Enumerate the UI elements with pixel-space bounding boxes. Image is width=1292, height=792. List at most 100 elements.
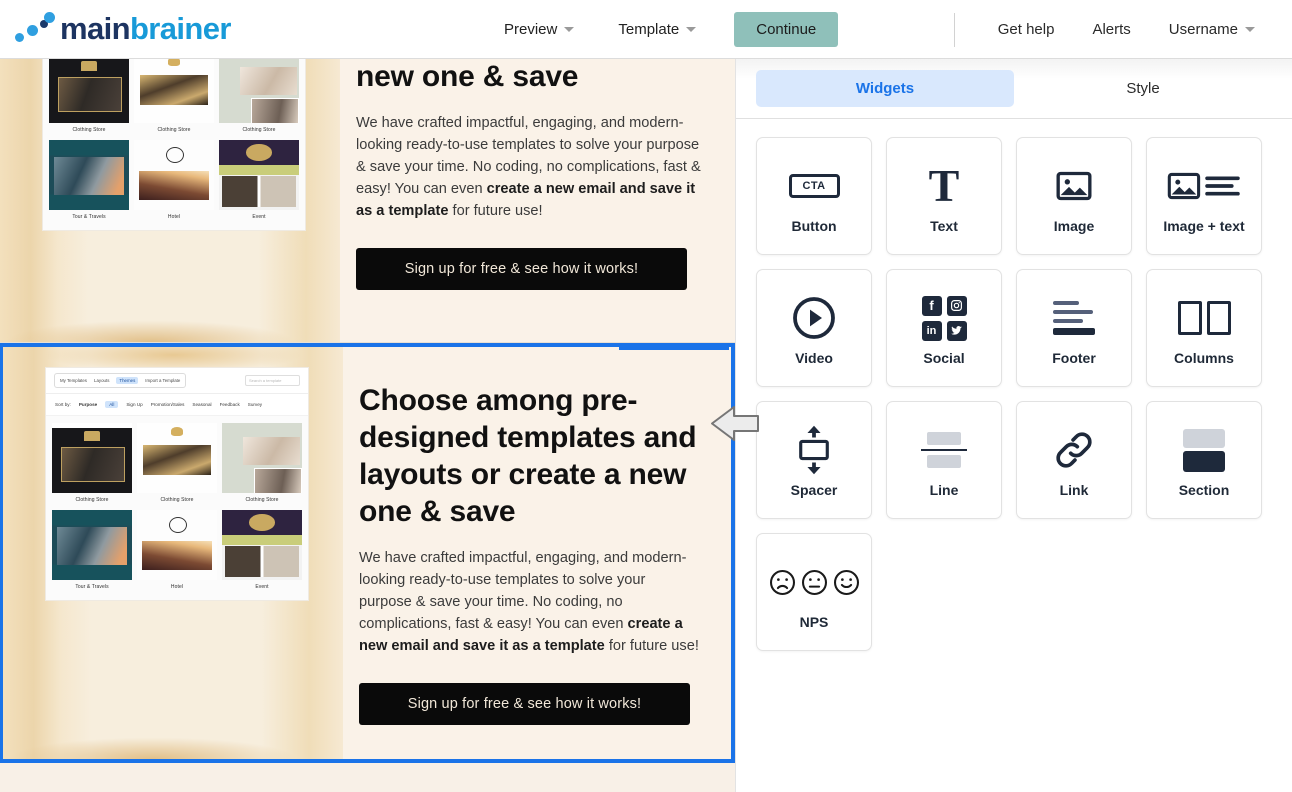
widget-spacer[interactable]: Spacer [756, 401, 872, 519]
collage-filter-all: All [105, 401, 119, 408]
email-canvas[interactable]: My Templates Layouts Themes Import a Tem… [0, 59, 735, 792]
template-card: Event [219, 140, 299, 222]
template-card: Clothing Store [219, 59, 299, 135]
collage-filter-promotion: Promotion/Sales [150, 402, 185, 407]
nav-alerts[interactable]: Alerts [1073, 14, 1149, 45]
template-label: Tour & Travels [75, 584, 109, 590]
panel-tabs: Widgets Style [736, 59, 1292, 119]
widget-label: Footer [1052, 350, 1096, 366]
email-body-part2: for future use! [604, 638, 699, 654]
collage-template-grid: Clothing Store Clothing Store Clothing S… [43, 59, 305, 230]
collage-tab-layouts: Layouts [94, 378, 110, 383]
tab-widgets[interactable]: Widgets [756, 70, 1014, 107]
chevron-down-icon [686, 27, 697, 32]
collage-filter-seasonal: Seasonal [192, 402, 212, 407]
collage-filter-feedback: Feedback [219, 402, 240, 407]
widget-image[interactable]: Image [1016, 137, 1132, 255]
nav-template-label: Template [618, 21, 680, 38]
image-text-icon [1167, 158, 1241, 214]
widget-label: Link [1059, 482, 1089, 498]
template-card: Clothing Store [52, 423, 132, 505]
header-nav-right: Get help Alerts Username [953, 0, 1274, 59]
email-body-part2: for future use! [448, 203, 543, 219]
cta-icon-text: CTA [788, 174, 840, 198]
email-block-selected[interactable]: My Templates Layouts Themes Import a Tem… [0, 343, 735, 763]
widget-label: Video [795, 350, 833, 366]
facebook-icon: f [921, 295, 942, 316]
nav-preview[interactable]: Preview [494, 14, 584, 45]
email-text-column-selected: Choose among pre-designed templates and … [343, 347, 731, 759]
widget-text[interactable]: T Text [886, 137, 1002, 255]
happy-face-icon [833, 569, 859, 595]
header-nav-center: Preview Template Continue [494, 0, 839, 59]
nav-template[interactable]: Template [608, 14, 706, 45]
template-label: Event [252, 214, 266, 220]
template-label: Clothing Store [242, 127, 276, 133]
widget-social[interactable]: f in Social [886, 269, 1002, 387]
pencil-icon[interactable] [648, 347, 674, 350]
move-arrows-icon[interactable] [622, 347, 648, 350]
email-body-top[interactable]: We have crafted impactful, engaging, and… [356, 112, 703, 222]
widget-columns[interactable]: Columns [1146, 269, 1262, 387]
widget-line[interactable]: Line [886, 401, 1002, 519]
collage-filter-signup: Sign Up [126, 402, 143, 407]
widget-label: Columns [1174, 350, 1234, 366]
email-heading-selected[interactable]: Choose among pre-designed templates and … [359, 382, 699, 530]
template-label: Hotel [170, 584, 184, 590]
widget-label: Social [923, 350, 965, 366]
widget-label: Image + text [1163, 218, 1245, 234]
widget-label: Section [1178, 482, 1230, 498]
chain-link-icon [1051, 422, 1097, 478]
email-cta-button-top[interactable]: Sign up for free & see how it works! [356, 248, 687, 290]
brand-logo[interactable]: mainbrainer [14, 11, 231, 47]
widget-image-text[interactable]: Image + text [1146, 137, 1262, 255]
image-icon [1051, 158, 1097, 214]
trash-icon[interactable] [700, 347, 726, 350]
widget-video[interactable]: Video [756, 269, 872, 387]
email-block-top[interactable]: My Templates Layouts Themes Import a Tem… [0, 59, 735, 342]
header-divider [953, 12, 955, 47]
collage-filters: Sort by: Purpose All Sign Up Promotion/S… [46, 394, 308, 416]
chevron-down-icon [564, 27, 575, 32]
collage-filter-survey: Survey [247, 402, 263, 407]
template-label: Clothing Store [245, 497, 279, 503]
nav-preview-label: Preview [504, 21, 558, 38]
widget-link[interactable]: Link [1016, 401, 1132, 519]
template-label: Hotel [167, 214, 181, 220]
text-t-icon: T [929, 158, 960, 214]
horizontal-line-icon [921, 422, 967, 478]
widget-button[interactable]: CTA Button [756, 137, 872, 255]
template-card: Event [222, 510, 302, 592]
collage-sort-value: Purpose [78, 402, 98, 407]
t-glyph: T [928, 160, 960, 211]
widget-label: Image [1053, 218, 1095, 234]
template-card: Tour & Travels [49, 140, 129, 222]
dots-logo-icon [14, 12, 58, 46]
email-cta-button-selected[interactable]: Sign up for free & see how it works! [359, 683, 690, 725]
widget-nps[interactable]: NPS [756, 533, 872, 651]
tab-style[interactable]: Style [1014, 70, 1272, 107]
widget-section[interactable]: Section [1146, 401, 1262, 519]
template-card: Tour & Travels [52, 510, 132, 592]
sad-face-icon [769, 569, 795, 595]
collage-screenshot: My Templates Layouts Themes Import a Tem… [42, 59, 306, 231]
brand-name-dark: main [60, 11, 131, 46]
widget-label: Spacer [790, 482, 838, 498]
template-label: Clothing Store [160, 497, 194, 503]
copy-icon[interactable] [674, 347, 700, 350]
nav-get-help[interactable]: Get help [979, 14, 1074, 45]
email-body-selected[interactable]: We have crafted impactful, engaging, and… [359, 547, 699, 657]
cta-button-icon: CTA [788, 158, 840, 214]
nav-username-label: Username [1168, 21, 1238, 38]
template-card: Clothing Store [134, 59, 214, 135]
collage-tabs: My Templates Layouts Themes Import a Tem… [54, 373, 187, 388]
widget-footer[interactable]: Footer [1016, 269, 1132, 387]
chevron-down-icon [1245, 27, 1255, 32]
widget-label: NPS [799, 614, 829, 630]
collage-search-box: Search a template [245, 375, 300, 386]
brand-name: mainbrainer [60, 11, 231, 47]
email-heading-top[interactable]: and layouts or create a new one & save [356, 59, 703, 95]
continue-button[interactable]: Continue [734, 12, 839, 47]
widget-grid: CTA Button T Text Image Image + text Vid… [736, 119, 1292, 669]
nav-username[interactable]: Username [1150, 14, 1274, 45]
